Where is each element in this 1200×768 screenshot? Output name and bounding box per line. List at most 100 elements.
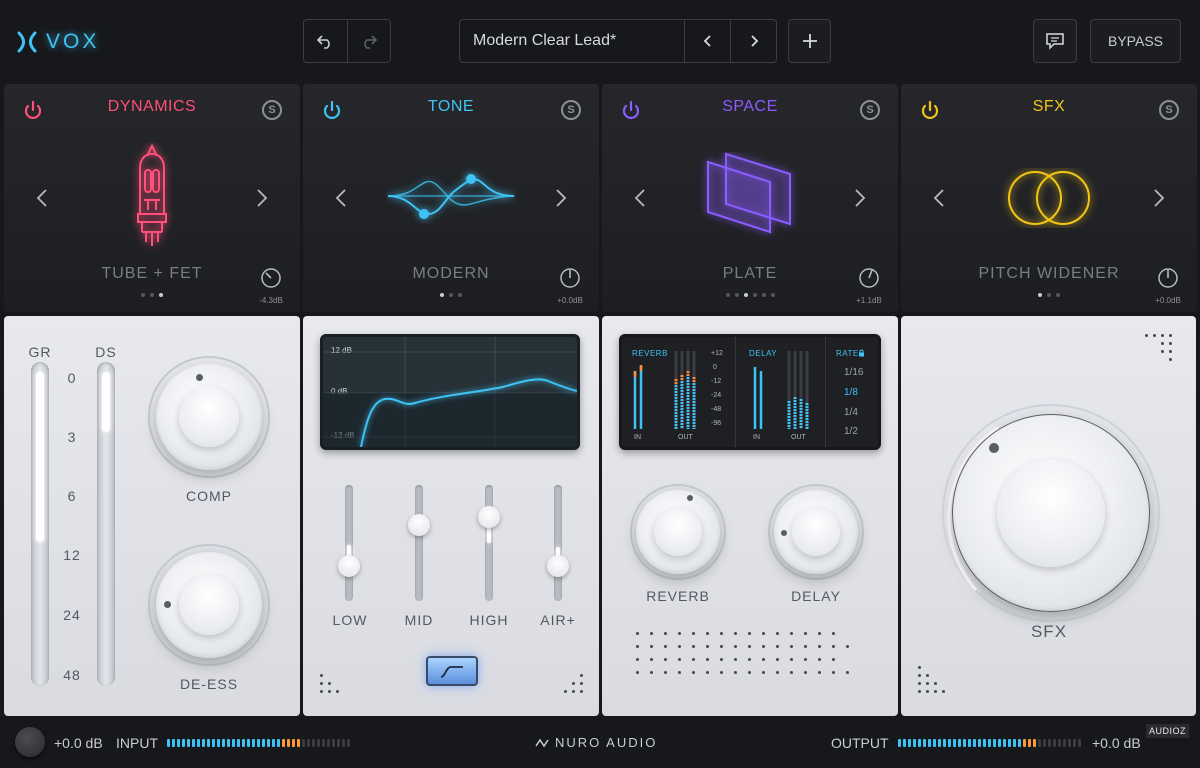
output-gain[interactable]: +1.1dB — [854, 267, 884, 305]
redo-button[interactable] — [346, 20, 391, 62]
slider-thumb[interactable] — [547, 555, 569, 577]
chevron-right-icon[interactable] — [555, 188, 567, 208]
delay-out-label: OUT — [791, 434, 806, 441]
preset-prev-button[interactable] — [684, 20, 730, 62]
rate-section-label: RATE — [836, 349, 859, 358]
solo-icon[interactable]: S — [1159, 100, 1179, 120]
reverb-knob[interactable] — [636, 490, 720, 574]
chevron-left-icon[interactable] — [335, 188, 347, 208]
grille-dot — [678, 671, 681, 674]
grille-dot — [706, 671, 709, 674]
page-dot[interactable] — [734, 293, 739, 297]
output-meter — [898, 739, 1081, 747]
eq-slider-air[interactable] — [547, 485, 569, 601]
page-dot[interactable] — [458, 293, 462, 297]
grille-dot — [748, 632, 751, 635]
page-dot[interactable] — [1038, 293, 1042, 297]
meter-segment — [898, 739, 901, 747]
top-bar: VOX Modern Clear Lead* BYPASS — [0, 0, 1200, 82]
comp-knob[interactable] — [156, 364, 262, 470]
grille-dot — [818, 645, 821, 648]
lock-icon[interactable] — [858, 349, 865, 357]
meter-scale-label: 3 — [67, 429, 77, 445]
undo-icon — [317, 35, 330, 49]
page-dot[interactable] — [159, 293, 163, 297]
chevron-left-icon[interactable] — [634, 188, 646, 208]
deess-label: DE-ESS — [179, 676, 239, 692]
module-title: SFX — [1032, 98, 1066, 115]
eq-slider-high[interactable] — [478, 485, 500, 601]
chevron-right-icon[interactable] — [256, 188, 268, 208]
highpass-filter-button[interactable] — [426, 656, 478, 686]
grille-dot — [804, 632, 807, 635]
grille-dot — [720, 632, 723, 635]
delay-knob[interactable] — [774, 490, 858, 574]
eq-curve-icon — [387, 174, 515, 219]
output-gain[interactable]: +0.0dB — [555, 267, 585, 305]
meter-segment — [1063, 739, 1066, 747]
meter-segment — [988, 739, 991, 747]
eq-slider-mid[interactable] — [408, 485, 430, 601]
slider-thumb[interactable] — [338, 555, 360, 577]
slider-thumb[interactable] — [478, 506, 500, 528]
decor-dots — [564, 674, 583, 693]
grille-dot — [664, 632, 667, 635]
eq-band-label: AIR+ — [540, 612, 576, 628]
page-dot[interactable] — [440, 293, 444, 297]
rate-option[interactable]: 1/4 — [844, 407, 858, 418]
meter-segment — [958, 739, 961, 747]
ds-meter-fill — [102, 372, 110, 432]
meter-segment — [332, 739, 335, 747]
page-dot[interactable] — [150, 293, 154, 297]
page-dot[interactable] — [770, 293, 775, 297]
rate-option[interactable]: 1/2 — [844, 426, 858, 437]
preset-next-button[interactable] — [730, 20, 776, 62]
page-dot[interactable] — [725, 293, 730, 297]
chevron-right-icon[interactable] — [1153, 188, 1165, 208]
bypass-button[interactable]: BYPASS — [1090, 19, 1181, 63]
page-dot[interactable] — [449, 293, 453, 297]
undo-button[interactable] — [304, 20, 347, 62]
solo-icon[interactable]: S — [561, 100, 581, 120]
page-dot[interactable] — [761, 293, 766, 297]
chevron-left-icon[interactable] — [933, 188, 945, 208]
output-gain[interactable]: -4.3dB — [256, 267, 286, 305]
reverb-knob-indicator — [687, 495, 693, 501]
output-gain[interactable]: +0.0dB — [1153, 267, 1183, 305]
meter-segment — [983, 739, 986, 747]
module-title: DYNAMICS — [107, 98, 197, 115]
meter-segment — [177, 739, 180, 747]
chevron-right-icon[interactable] — [854, 188, 866, 208]
page-dot[interactable] — [141, 293, 145, 297]
gain-knob-icon — [859, 268, 879, 288]
grille-dot — [692, 658, 695, 661]
meter-segment — [1058, 739, 1061, 747]
deess-knob[interactable] — [156, 552, 262, 658]
solo-icon[interactable]: S — [860, 100, 880, 120]
sfx-knob-cap — [997, 459, 1105, 567]
watermark: AUDIOZ — [1146, 724, 1190, 738]
page-dot[interactable] — [752, 293, 757, 297]
add-preset-button[interactable] — [788, 19, 831, 63]
feedback-button[interactable] — [1033, 19, 1077, 63]
solo-icon[interactable]: S — [262, 100, 282, 120]
input-gain-knob[interactable] — [15, 727, 45, 757]
meter-segment — [317, 739, 320, 747]
input-meter — [167, 739, 350, 747]
meter-segment — [232, 739, 235, 747]
slider-thumb[interactable] — [408, 514, 430, 536]
eq-slider-low[interactable] — [338, 485, 360, 601]
grille-dot — [776, 645, 779, 648]
rate-option-selected[interactable]: 1/8 — [844, 387, 858, 398]
sfx-knob[interactable] — [952, 414, 1150, 612]
chevron-left-icon[interactable] — [36, 188, 48, 208]
page-dot[interactable] — [1047, 293, 1051, 297]
preset-name[interactable]: Modern Clear Lead* — [460, 20, 684, 62]
rate-option[interactable]: 1/16 — [844, 367, 863, 378]
ds-meter — [97, 362, 115, 686]
page-dot[interactable] — [1056, 293, 1060, 297]
page-dot[interactable] — [743, 293, 748, 297]
plate-icon — [707, 152, 791, 234]
vox-x-icon — [17, 31, 37, 53]
grille-dot — [748, 658, 751, 661]
